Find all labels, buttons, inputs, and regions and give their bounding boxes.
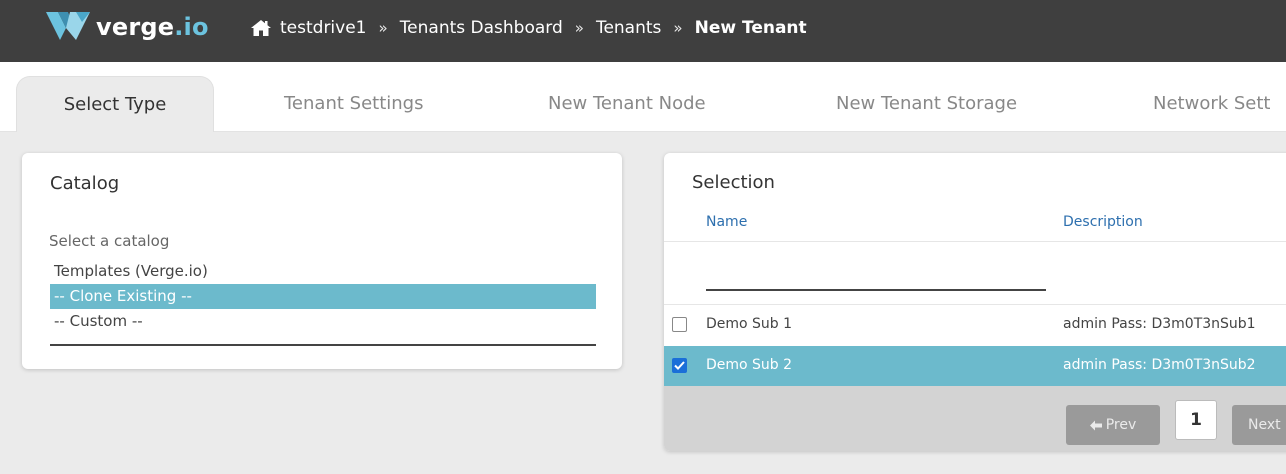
selection-panel: Selection Name Description Demo Sub 1 ad… <box>664 153 1286 451</box>
table-row[interactable]: Demo Sub 2 admin Pass: D3m0T3nSub2 <box>664 346 1286 386</box>
breadcrumb: testdrive1 » Tenants Dashboard » Tenants… <box>250 18 807 38</box>
table-row[interactable]: Demo Sub 1 admin Pass: D3m0T3nSub1 <box>664 304 1286 344</box>
name-filter-input[interactable] <box>706 289 1046 291</box>
tab-new-tenant-node[interactable]: New Tenant Node <box>548 76 706 132</box>
breadcrumb-item-testdrive1[interactable]: testdrive1 <box>280 18 367 38</box>
row-description: admin Pass: D3m0T3nSub1 <box>1063 316 1256 332</box>
tab-select-type[interactable]: Select Type <box>16 76 214 132</box>
catalog-option-templates[interactable]: Templates (Verge.io) <box>50 259 596 284</box>
checkmark-icon <box>674 361 685 370</box>
arrow-left-icon <box>1089 420 1102 430</box>
selection-title: Selection <box>692 172 775 193</box>
catalog-select-label: Select a catalog <box>49 232 170 250</box>
home-icon[interactable] <box>250 19 272 37</box>
tab-tenant-settings[interactable]: Tenant Settings <box>284 76 423 132</box>
breadcrumb-item-tenants[interactable]: Tenants <box>596 18 661 38</box>
catalog-option-clone-existing[interactable]: -- Clone Existing -- <box>50 284 596 309</box>
verge-v-logo-icon <box>46 12 90 40</box>
catalog-option-custom[interactable]: -- Custom -- <box>50 309 596 334</box>
breadcrumb-current: New Tenant <box>694 18 807 38</box>
wizard-tabs: Select Type Tenant Settings New Tenant N… <box>0 62 1286 132</box>
prev-page-label: Prev <box>1105 417 1137 433</box>
next-page-button[interactable]: Next <box>1232 405 1286 445</box>
breadcrumb-separator: » <box>378 19 388 37</box>
prev-page-button[interactable]: Prev <box>1066 405 1160 445</box>
catalog-underline <box>50 344 596 346</box>
catalog-title: Catalog <box>50 173 120 194</box>
header-divider <box>664 241 1286 242</box>
catalog-listbox[interactable]: Templates (Verge.io) -- Clone Existing -… <box>50 259 596 334</box>
breadcrumb-item-tenants-dashboard[interactable]: Tenants Dashboard <box>400 18 563 38</box>
logo[interactable]: verge.io <box>46 10 209 44</box>
row-description: admin Pass: D3m0T3nSub2 <box>1063 357 1256 373</box>
row-name: Demo Sub 2 <box>706 357 793 373</box>
catalog-panel: Catalog Select a catalog Templates (Verg… <box>22 153 622 369</box>
row-name: Demo Sub 1 <box>706 316 793 332</box>
pager: Prev 1 Next <box>664 386 1286 451</box>
breadcrumb-separator: » <box>574 19 584 37</box>
row-checkbox[interactable] <box>672 317 687 332</box>
logo-text: verge.io <box>96 13 209 41</box>
row-checkbox[interactable] <box>672 358 687 373</box>
breadcrumb-separator: » <box>673 19 683 37</box>
page-number[interactable]: 1 <box>1175 400 1217 440</box>
next-page-label: Next <box>1248 417 1281 433</box>
column-header-description[interactable]: Description <box>1063 214 1143 230</box>
column-header-name[interactable]: Name <box>706 214 747 230</box>
tab-new-tenant-storage[interactable]: New Tenant Storage <box>836 76 1017 132</box>
top-bar: verge.io testdrive1 » Tenants Dashboard … <box>0 0 1286 62</box>
tab-network-settings[interactable]: Network Sett <box>1153 76 1271 132</box>
